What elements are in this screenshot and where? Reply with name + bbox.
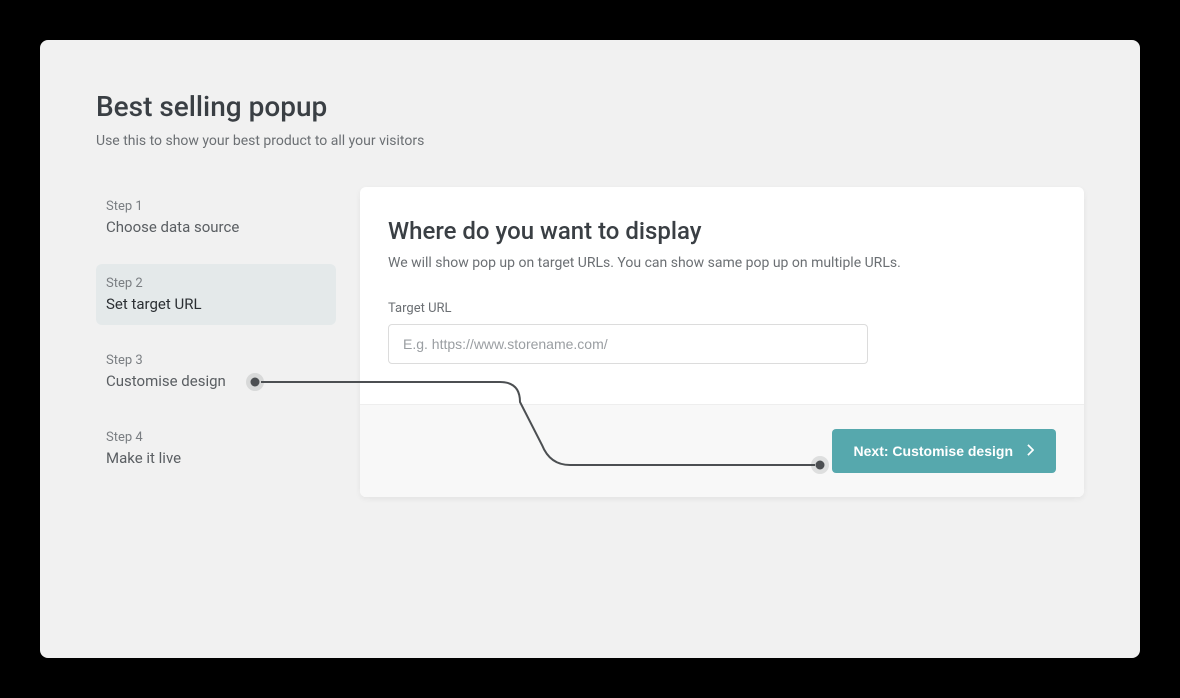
step-title: Make it live xyxy=(106,449,326,467)
step-title: Choose data source xyxy=(106,218,326,236)
chevron-right-icon xyxy=(1027,443,1034,459)
step-label: Step 1 xyxy=(106,199,326,214)
layout: Step 1 Choose data source Step 2 Set tar… xyxy=(96,187,1084,497)
page-title: Best selling popup xyxy=(96,90,1084,123)
panel-title: Where do you want to display xyxy=(388,217,1056,245)
step-1[interactable]: Step 1 Choose data source xyxy=(96,187,336,248)
step-label: Step 4 xyxy=(106,430,326,445)
step-3[interactable]: Step 3 Customise design xyxy=(96,341,336,402)
card-body: Where do you want to display We will sho… xyxy=(360,187,1084,404)
steps-sidebar: Step 1 Choose data source Step 2 Set tar… xyxy=(96,187,336,495)
step-title: Customise design xyxy=(106,372,326,390)
step-2[interactable]: Step 2 Set target URL xyxy=(96,264,336,325)
step-label: Step 2 xyxy=(106,276,326,291)
page-subtitle: Use this to show your best product to al… xyxy=(96,133,1084,149)
target-url-input[interactable] xyxy=(388,324,868,364)
step-title: Set target URL xyxy=(106,295,326,313)
card-footer: Next: Customise design xyxy=(360,404,1084,497)
page-container: Best selling popup Use this to show your… xyxy=(40,40,1140,658)
step-4[interactable]: Step 4 Make it live xyxy=(96,418,336,479)
next-button-label: Next: Customise design xyxy=(854,443,1013,459)
step-label: Step 3 xyxy=(106,353,326,368)
panel-description: We will show pop up on target URLs. You … xyxy=(388,255,1056,271)
content-card: Where do you want to display We will sho… xyxy=(360,187,1084,497)
next-button[interactable]: Next: Customise design xyxy=(832,429,1056,473)
target-url-label: Target URL xyxy=(388,301,1056,316)
